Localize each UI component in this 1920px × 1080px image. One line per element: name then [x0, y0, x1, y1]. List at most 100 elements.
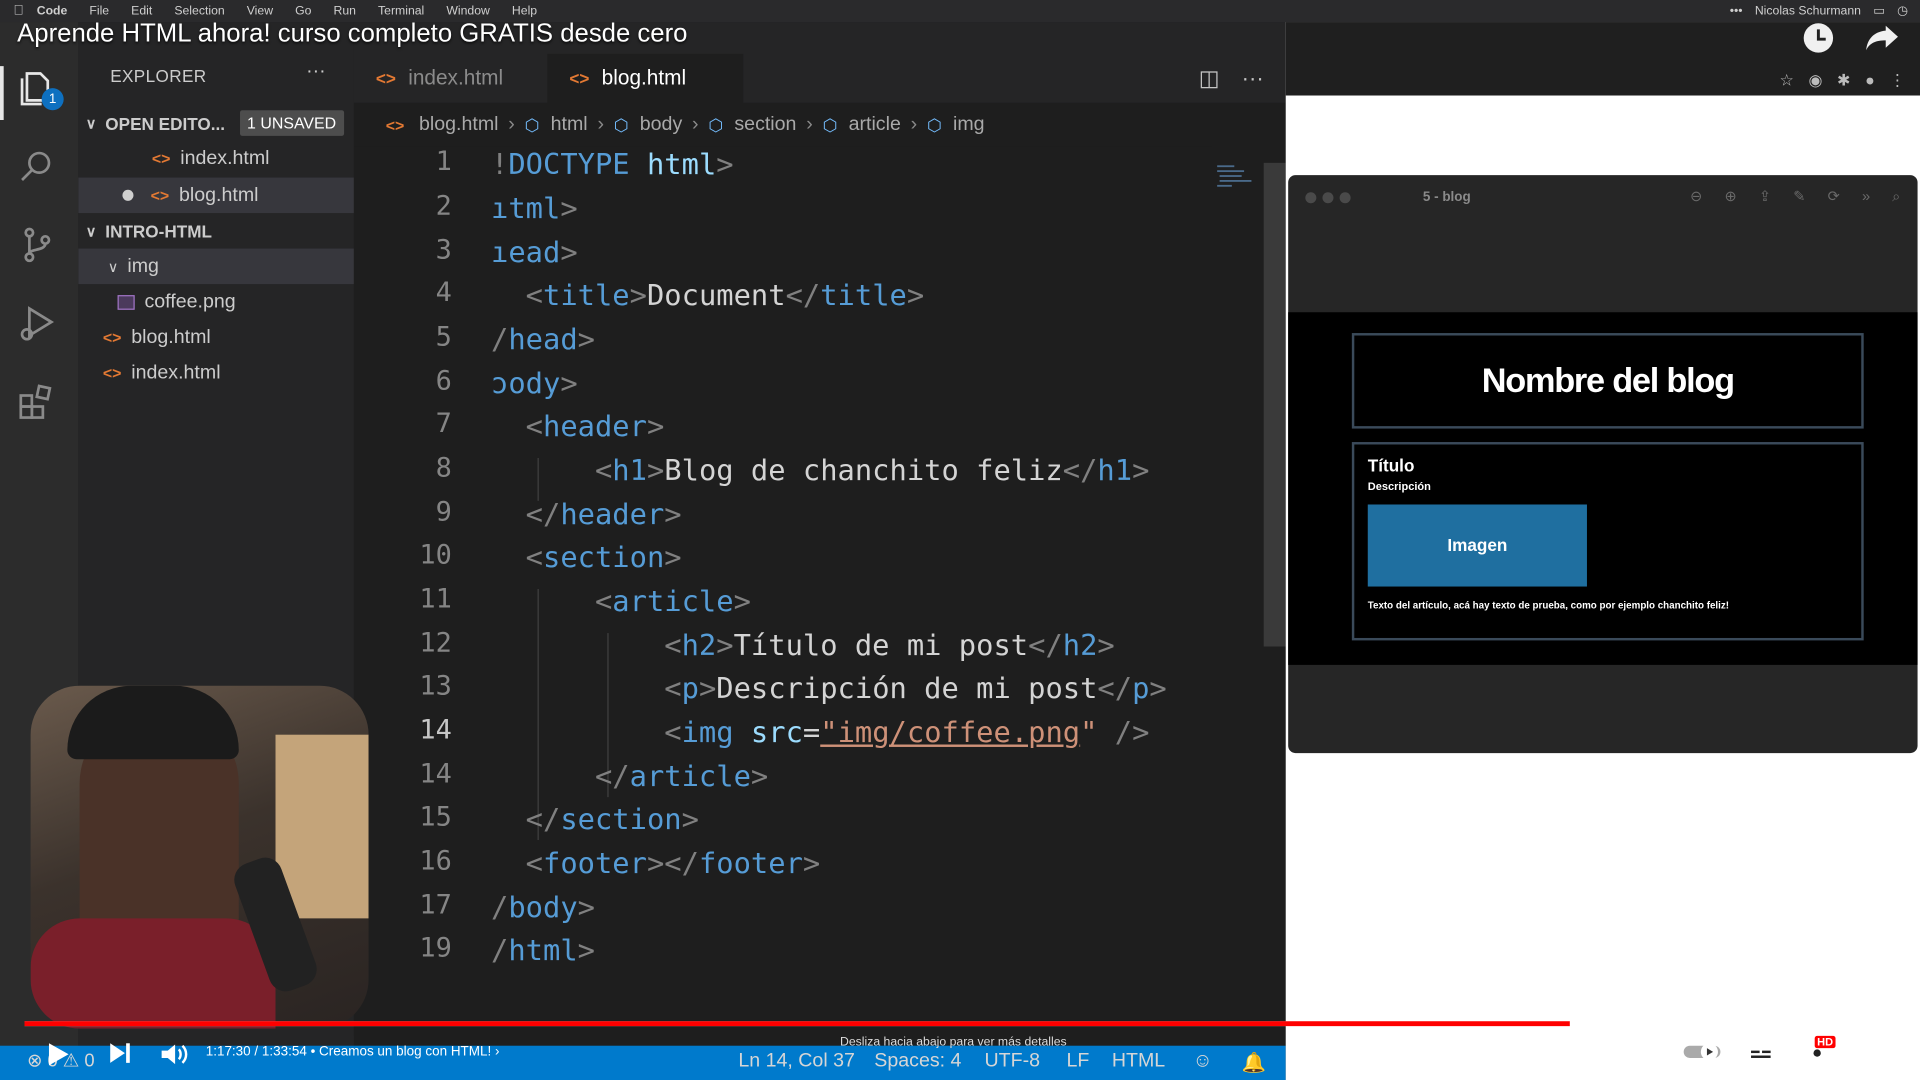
share-arrow-icon[interactable] — [1864, 22, 1901, 54]
video-time: 1:17:30 / 1:33:54 • Creamos un blog con … — [205, 1044, 500, 1060]
minimize-window-icon[interactable] — [1322, 192, 1334, 204]
project-folder-header[interactable]: ∨ INTRO-HTML — [78, 213, 354, 249]
time-readout: 1:17:30 / 1:33:54 — [205, 1044, 307, 1060]
preview-window-title: 5 - blog — [1422, 189, 1471, 205]
watch-later-icon[interactable] — [1802, 22, 1834, 54]
chevron-right-icon: › — [806, 113, 813, 135]
line-number: 6 — [435, 366, 452, 397]
chevron-down-icon: ∨ — [107, 257, 119, 275]
browser-area: ☆ ◉ ✱ ● ⋮ 5 - blog ⊖ ⊕ ⇪ ✎ ⟳ » ⌕ Nombre … — [1285, 22, 1920, 1080]
breadcrumb-item[interactable]: body — [640, 114, 682, 136]
browser-menu-icon[interactable]: ⋮ — [1889, 71, 1905, 91]
html-file-icon: <> — [375, 68, 396, 89]
markup-icon[interactable]: ✎ — [1793, 187, 1805, 205]
menu-view[interactable]: View — [247, 4, 273, 17]
search-icon[interactable] — [15, 144, 64, 193]
breadcrumb-item[interactable]: html — [551, 114, 588, 136]
menu-go[interactable]: Go — [295, 4, 311, 17]
zoom-in-icon[interactable]: ⊕ — [1724, 187, 1736, 205]
cursor-position[interactable]: Ln 14, Col 37 — [738, 1051, 855, 1073]
line-number: 5 — [435, 322, 452, 353]
code-line: ıtml> — [491, 191, 578, 226]
bookmark-star-icon[interactable]: ☆ — [1779, 71, 1793, 91]
encoding[interactable]: UTF-8 — [984, 1051, 1040, 1073]
menu-file[interactable]: File — [89, 4, 109, 17]
menu-terminal[interactable]: Terminal — [378, 4, 424, 17]
autoplay-toggle-icon[interactable] — [1682, 1041, 1721, 1063]
menu-selection[interactable]: Selection — [174, 4, 224, 17]
menubar-user[interactable]: Nicolas Schurmann — [1755, 4, 1861, 17]
article-image-placeholder: Imagen — [1367, 504, 1587, 587]
extension-icon[interactable]: ◉ — [1808, 71, 1822, 91]
play-icon[interactable] — [44, 1041, 71, 1068]
menu-help[interactable]: Help — [512, 4, 537, 17]
line-number: 10 — [419, 540, 452, 571]
folder-img[interactable]: ∨ img — [78, 248, 354, 285]
breadcrumb-item[interactable]: img — [953, 114, 985, 136]
window-controls — [1305, 192, 1351, 204]
editor-scrollbar[interactable] — [1263, 162, 1286, 647]
profile-avatar[interactable]: ● — [1865, 71, 1875, 91]
open-editor-index[interactable]: <> index.html — [78, 141, 354, 177]
clock-icon[interactable]: ◷ — [1897, 4, 1908, 17]
element-icon: ⬡ — [613, 114, 629, 135]
file-index-html[interactable]: <> index.html — [78, 355, 354, 391]
tab-index-html[interactable]: <> index.html — [354, 54, 544, 103]
feedback-icon[interactable]: ☺ — [1193, 1051, 1213, 1073]
volume-icon[interactable] — [159, 1041, 188, 1068]
source-control-icon[interactable] — [15, 223, 64, 272]
open-editor-blog[interactable]: <> blog.html — [78, 177, 354, 214]
code-line: <header> — [525, 408, 665, 444]
code-editor[interactable]: 1 2 3 4 5 6 7 8 9 10 11 12 13 14 14 15 1… — [353, 146, 1212, 1036]
puzzle-icon[interactable]: ✱ — [1837, 71, 1850, 91]
next-icon[interactable] — [108, 1041, 132, 1065]
presenter-cap — [67, 685, 239, 760]
zoom-out-icon[interactable]: ⊖ — [1690, 187, 1702, 205]
open-editors-header[interactable]: ∨ OPEN EDITO... 1 UNSAVED — [78, 105, 354, 141]
line-ending[interactable]: LF — [1067, 1051, 1090, 1073]
menu-app-code[interactable]: Code — [37, 4, 68, 17]
video-title[interactable]: Aprende HTML ahora! curso completo GRATI… — [17, 20, 687, 49]
tab-blog-html[interactable]: <> blog.html — [547, 53, 744, 103]
control-center-icon[interactable]: ▭ — [1873, 4, 1885, 17]
notifications-bell-icon[interactable]: 🔔 — [1242, 1051, 1266, 1075]
editor-more-icon[interactable]: ··· — [1242, 66, 1264, 92]
apple-icon[interactable]:  — [0, 4, 37, 19]
close-window-icon[interactable] — [1305, 192, 1317, 204]
menu-edit[interactable]: Edit — [131, 4, 152, 17]
zoom-window-icon[interactable] — [1339, 192, 1351, 204]
chapter-title[interactable]: Creamos un blog con HTML! — [319, 1044, 491, 1059]
video-progress-bar[interactable] — [24, 1021, 1896, 1027]
exit-fullscreen-icon[interactable] — [1856, 1041, 1883, 1068]
extensions-icon[interactable] — [15, 380, 64, 429]
article-text: Texto del artículo, acá hay texto de pru… — [1367, 600, 1730, 612]
file-blog-html[interactable]: <> blog.html — [78, 320, 354, 356]
blog-header: Nombre del blog — [1351, 333, 1864, 429]
breadcrumb-item[interactable]: blog.html — [419, 114, 498, 136]
breadcrumb-item[interactable]: article — [849, 114, 901, 136]
split-editor-icon[interactable]: ◫ — [1199, 66, 1220, 92]
menu-window[interactable]: Window — [446, 4, 490, 17]
rendered-blog-page: Nombre del blog Título Descripción Image… — [1288, 312, 1918, 665]
rotate-icon[interactable]: ⟳ — [1828, 187, 1840, 205]
minimap[interactable] — [1212, 163, 1261, 200]
line-number: 3 — [435, 235, 452, 266]
code-line: /html> — [491, 933, 595, 968]
run-debug-icon[interactable] — [15, 301, 64, 350]
menubar-more-icon[interactable]: ••• — [1730, 4, 1743, 17]
more-chevron-icon[interactable]: » — [1862, 187, 1870, 205]
scroll-hint: Desliza hacia abajo para ver más detalle… — [840, 1035, 1067, 1050]
file-coffee-png[interactable]: coffee.png — [78, 284, 354, 320]
indentation[interactable]: Spaces: 4 — [874, 1051, 961, 1073]
code-line: ɔody> — [491, 366, 578, 401]
blog-article: Título Descripción Imagen Texto del artí… — [1351, 442, 1864, 641]
breadcrumb-item[interactable]: section — [734, 114, 796, 136]
share-icon[interactable]: ⇪ — [1759, 187, 1771, 205]
language-mode[interactable]: HTML — [1112, 1051, 1165, 1073]
chevron-right-icon: › — [508, 113, 515, 135]
element-icon: ⬡ — [708, 114, 724, 135]
search-icon[interactable]: ⌕ — [1892, 187, 1900, 205]
subtitles-icon[interactable] — [1746, 1041, 1775, 1063]
menu-run[interactable]: Run — [333, 4, 355, 17]
explorer-more-icon[interactable]: ··· — [306, 61, 326, 83]
